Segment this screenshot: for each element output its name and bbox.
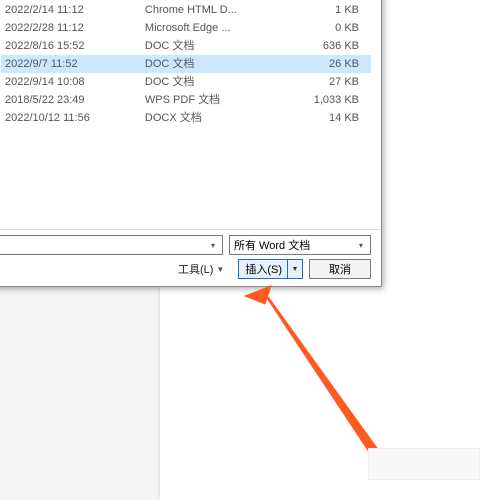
file-type: DOC 文档 [141,73,287,91]
file-size: 26 KB [287,55,371,73]
file-date: 2022/8/16 15:52 [1,37,141,55]
separator [0,229,381,230]
file-date: 2022/2/14 11:12 [1,1,141,19]
table-row[interactable]: 2022/2/14 11:12Chrome HTML D...1 KB [1,1,371,19]
insert-button[interactable]: 插入(S) ▼ [238,259,303,279]
bottom-right-panel [368,448,480,480]
table-row[interactable]: 2022/9/7 11:52DOC 文档26 KB [1,55,371,73]
table-row[interactable]: 2022/10/12 11:56DOCX 文档14 KB [1,109,371,127]
cancel-label: 取消 [329,261,351,277]
file-date: 2018/5/22 23:49 [1,91,141,109]
table-row[interactable]: 2022/2/28 11:12Microsoft Edge ...0 KB [1,19,371,37]
filename-input[interactable]: ▾ [0,235,223,255]
file-date: 2022/9/14 10:08 [1,73,141,91]
file-size: 14 KB [287,109,371,127]
file-size: 1,033 KB [287,91,371,109]
table-row[interactable]: 2022/8/16 15:52DOC 文档636 KB [1,37,371,55]
cancel-button[interactable]: 取消 [309,259,371,279]
file-list[interactable]: 2022/2/14 11:12Chrome HTML D...1 KB2022/… [1,1,371,127]
chevron-down-icon: ▼ [216,265,224,274]
file-date: 2022/10/12 11:56 [1,109,141,127]
tools-menu[interactable]: 工具(L) ▼ [178,261,224,277]
chevron-down-icon[interactable]: ▾ [354,238,368,252]
file-type: DOCX 文档 [141,109,287,127]
filetype-label: 所有 Word 文档 [230,237,310,253]
file-type: Microsoft Edge ... [141,19,287,37]
file-size: 0 KB [287,19,371,37]
table-row[interactable]: 2022/9/14 10:08DOC 文档27 KB [1,73,371,91]
tools-label: 工具(L) [178,261,213,277]
table-row[interactable]: 2018/5/22 23:49WPS PDF 文档1,033 KB [1,91,371,109]
file-type: DOC 文档 [141,37,287,55]
file-type: Chrome HTML D... [141,1,287,19]
file-date: 2022/2/28 11:12 [1,19,141,37]
insert-split-arrow[interactable]: ▼ [287,260,302,278]
file-size: 27 KB [287,73,371,91]
file-type: DOC 文档 [141,55,287,73]
file-open-dialog: EPM... 2022/2/14 11:12Chrome HTML D...1 … [0,0,382,287]
chevron-down-icon[interactable]: ▾ [206,238,220,252]
file-size: 1 KB [287,1,371,19]
file-size: 636 KB [287,37,371,55]
file-date: 2022/9/7 11:52 [1,55,141,73]
filetype-select[interactable]: 所有 Word 文档 ▾ [229,235,371,255]
file-type: WPS PDF 文档 [141,91,287,109]
